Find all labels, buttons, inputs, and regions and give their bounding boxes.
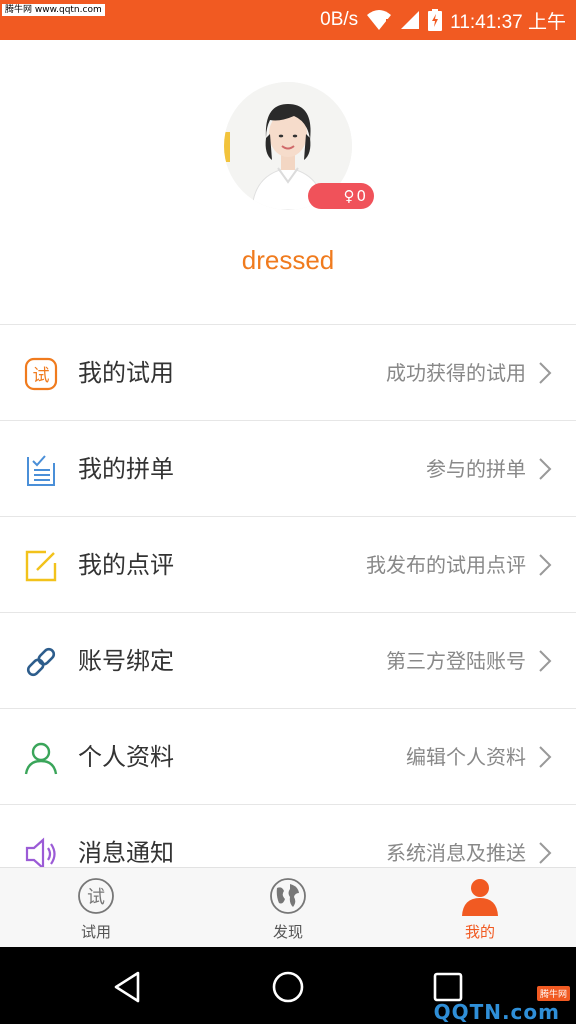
watermark-bottom: 腾牛网 QQTN.com: [432, 986, 572, 1024]
gender-badge: ♀ 0: [308, 183, 374, 209]
menu-item-my-trial[interactable]: 试 我的试用 成功获得的试用: [0, 325, 576, 421]
menu-title: 我的点评: [78, 551, 174, 579]
gender-count: 0: [356, 187, 366, 205]
menu-subtitle: 成功获得的试用: [386, 361, 526, 385]
trial-icon: 试: [24, 357, 58, 391]
menu-title: 个人资料: [78, 743, 174, 771]
tab-label: 发现: [272, 923, 303, 941]
signal-icon: [400, 10, 420, 30]
chevron-right-icon: [538, 553, 552, 577]
menu-title: 账号绑定: [78, 647, 174, 675]
back-icon[interactable]: [108, 967, 148, 1007]
status-indicators: 0B/s 11:41:37 上午: [320, 0, 566, 40]
watermark-top: 腾牛网 www.qqtn.com: [2, 4, 105, 16]
clock: 11:41:37 上午: [450, 11, 566, 33]
bottom-tab-bar: 试 试用 发现 我的: [0, 867, 576, 947]
wifi-icon: [366, 9, 392, 31]
tab-label: 试用: [80, 923, 111, 941]
menu-title: 我的拼单: [78, 455, 174, 483]
tab-trial[interactable]: 试 试用: [0, 868, 192, 948]
female-icon: ♀: [343, 187, 355, 205]
review-icon: [24, 549, 58, 583]
menu-subtitle: 参与的拼单: [426, 457, 526, 481]
chevron-right-icon: [538, 457, 552, 481]
battery-icon: [428, 9, 443, 31]
chevron-right-icon: [538, 649, 552, 673]
watermark-logo: QQTN.com: [433, 1000, 560, 1024]
svg-text:试: 试: [87, 887, 105, 908]
menu-list: 试 我的试用 成功获得的试用 我的拼单 参与的拼单 我的点评 我发布的试用点评 …: [0, 324, 576, 901]
system-nav-bar: 腾牛网 QQTN.com: [0, 947, 576, 1024]
home-icon[interactable]: [268, 967, 308, 1007]
tab-label: 我的: [464, 923, 495, 941]
speaker-icon: [24, 837, 58, 871]
profile-header: ♀ 0 dressed: [0, 40, 576, 324]
person-icon: [460, 876, 500, 916]
status-bar: 腾牛网 www.qqtn.com 0B/s 11:41:37 上午: [0, 0, 576, 40]
menu-item-my-review[interactable]: 我的点评 我发布的试用点评: [0, 517, 576, 613]
menu-title: 我的试用: [78, 359, 174, 387]
link-icon: [24, 645, 58, 679]
chevron-right-icon: [538, 361, 552, 385]
group-order-icon: [24, 453, 58, 487]
menu-item-group-order[interactable]: 我的拼单 参与的拼单: [0, 421, 576, 517]
watermark-tag: 腾牛网: [536, 986, 570, 1001]
menu-item-account-binding[interactable]: 账号绑定 第三方登陆账号: [0, 613, 576, 709]
menu-subtitle: 第三方登陆账号: [386, 649, 526, 673]
chevron-right-icon: [538, 841, 552, 865]
trial-tab-icon: 试: [76, 876, 116, 916]
menu-item-profile[interactable]: 个人资料 编辑个人资料: [0, 709, 576, 805]
tab-mine[interactable]: 我的: [384, 868, 576, 948]
net-speed: 0B/s: [320, 9, 359, 30]
tab-discover[interactable]: 发现: [192, 868, 384, 948]
globe-icon: [268, 876, 308, 916]
svg-text:试: 试: [33, 366, 50, 386]
chevron-right-icon: [538, 745, 552, 769]
menu-subtitle: 我发布的试用点评: [366, 553, 526, 577]
menu-subtitle: 编辑个人资料: [406, 745, 526, 769]
username: dressed: [241, 245, 335, 275]
user-icon: [24, 741, 58, 775]
